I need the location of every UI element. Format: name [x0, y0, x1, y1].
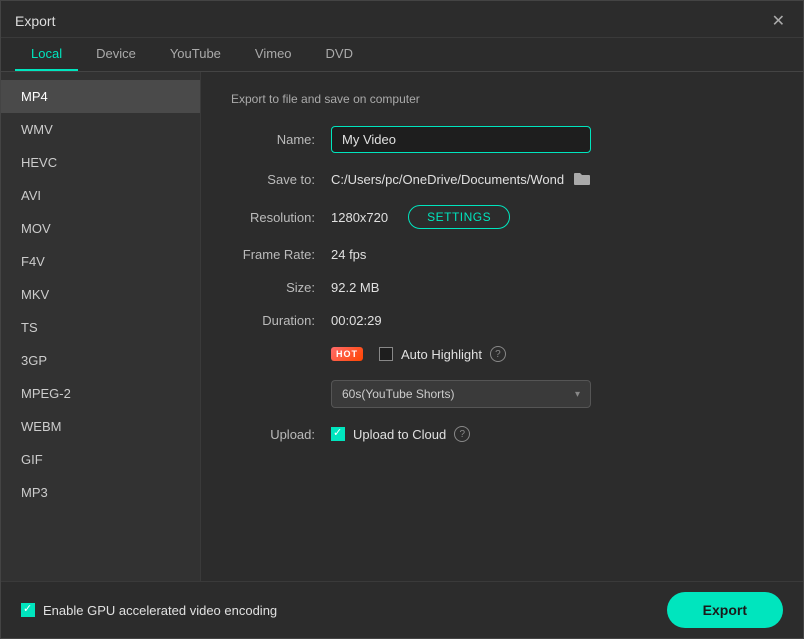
settings-button[interactable]: SETTINGS: [408, 205, 510, 229]
window-title: Export: [15, 13, 55, 29]
upload-to-cloud-label: Upload to Cloud: [353, 427, 446, 442]
size-row: Size: 92.2 MB: [231, 280, 773, 295]
tab-device[interactable]: Device: [80, 38, 152, 71]
upload-row: Upload: Upload to Cloud ?: [231, 426, 773, 442]
shorts-dropdown[interactable]: 60s(YouTube Shorts) ▾: [331, 380, 591, 408]
resolution-value: 1280x720: [331, 210, 388, 225]
auto-highlight-checkbox[interactable]: [379, 347, 393, 361]
resolution-row: Resolution: 1280x720 SETTINGS: [231, 205, 773, 229]
size-value: 92.2 MB: [331, 280, 379, 295]
content-area: MP4 WMV HEVC AVI MOV F4V MKV TS 3GP MPEG…: [1, 72, 803, 581]
sidebar-item-ts[interactable]: TS: [1, 311, 200, 344]
auto-highlight-label: Auto Highlight: [401, 347, 482, 362]
folder-icon[interactable]: [572, 171, 592, 187]
gpu-checkbox-row: Enable GPU accelerated video encoding: [21, 603, 277, 618]
save-to-row: Save to: C:/Users/pc/OneDrive/Documents/…: [231, 171, 773, 187]
dropdown-value: 60s(YouTube Shorts): [342, 387, 455, 401]
dropdown-row: 60s(YouTube Shorts) ▾: [231, 380, 773, 408]
sidebar-item-avi[interactable]: AVI: [1, 179, 200, 212]
main-panel: Export to file and save on computer Name…: [201, 72, 803, 581]
save-path-container: C:/Users/pc/OneDrive/Documents/Wond: [331, 171, 592, 187]
tab-local[interactable]: Local: [15, 38, 78, 71]
sidebar-item-f4v[interactable]: F4V: [1, 245, 200, 278]
sidebar-item-mp4[interactable]: MP4: [1, 80, 200, 113]
export-button[interactable]: Export: [667, 592, 783, 628]
bottom-bar: Enable GPU accelerated video encoding Ex…: [1, 581, 803, 638]
gpu-checkbox[interactable]: [21, 603, 35, 617]
resolution-label: Resolution:: [231, 210, 331, 225]
sidebar-item-3gp[interactable]: 3GP: [1, 344, 200, 377]
name-row: Name:: [231, 126, 773, 153]
sidebar-item-webm[interactable]: WEBM: [1, 410, 200, 443]
tab-youtube[interactable]: YouTube: [154, 38, 237, 71]
save-path-text: C:/Users/pc/OneDrive/Documents/Wond: [331, 172, 564, 187]
name-label: Name:: [231, 132, 331, 147]
duration-value: 00:02:29: [331, 313, 382, 328]
upload-to-cloud-checkbox[interactable]: [331, 427, 345, 441]
save-to-label: Save to:: [231, 172, 331, 187]
sidebar-item-mpeg2[interactable]: MPEG-2: [1, 377, 200, 410]
tab-vimeo[interactable]: Vimeo: [239, 38, 308, 71]
tab-dvd[interactable]: DVD: [310, 38, 369, 71]
chevron-down-icon: ▾: [575, 389, 580, 400]
upload-container: Upload to Cloud ?: [331, 426, 470, 442]
upload-help-icon[interactable]: ?: [454, 426, 470, 442]
sidebar: MP4 WMV HEVC AVI MOV F4V MKV TS 3GP MPEG…: [1, 72, 201, 581]
highlight-container: HOT Auto Highlight ?: [331, 346, 506, 362]
resolution-container: 1280x720 SETTINGS: [331, 205, 510, 229]
auto-highlight-row: HOT Auto Highlight ?: [231, 346, 773, 362]
name-input[interactable]: [331, 126, 591, 153]
title-bar: Export ✕: [1, 1, 803, 38]
frame-rate-label: Frame Rate:: [231, 247, 331, 262]
frame-rate-value: 24 fps: [331, 247, 366, 262]
tab-bar: Local Device YouTube Vimeo DVD: [1, 38, 803, 72]
gpu-label: Enable GPU accelerated video encoding: [43, 603, 277, 618]
sidebar-item-mp3[interactable]: MP3: [1, 476, 200, 509]
sidebar-item-hevc[interactable]: HEVC: [1, 146, 200, 179]
upload-label: Upload:: [231, 427, 331, 442]
sidebar-item-gif[interactable]: GIF: [1, 443, 200, 476]
auto-highlight-help-icon[interactable]: ?: [490, 346, 506, 362]
sidebar-item-mkv[interactable]: MKV: [1, 278, 200, 311]
duration-row: Duration: 00:02:29: [231, 313, 773, 328]
sidebar-item-wmv[interactable]: WMV: [1, 113, 200, 146]
duration-label: Duration:: [231, 313, 331, 328]
close-button[interactable]: ✕: [768, 11, 789, 31]
hot-badge: HOT: [331, 347, 363, 361]
export-subtitle: Export to file and save on computer: [231, 92, 773, 106]
size-label: Size:: [231, 280, 331, 295]
export-window: Export ✕ Local Device YouTube Vimeo DVD …: [0, 0, 804, 639]
frame-rate-row: Frame Rate: 24 fps: [231, 247, 773, 262]
sidebar-item-mov[interactable]: MOV: [1, 212, 200, 245]
